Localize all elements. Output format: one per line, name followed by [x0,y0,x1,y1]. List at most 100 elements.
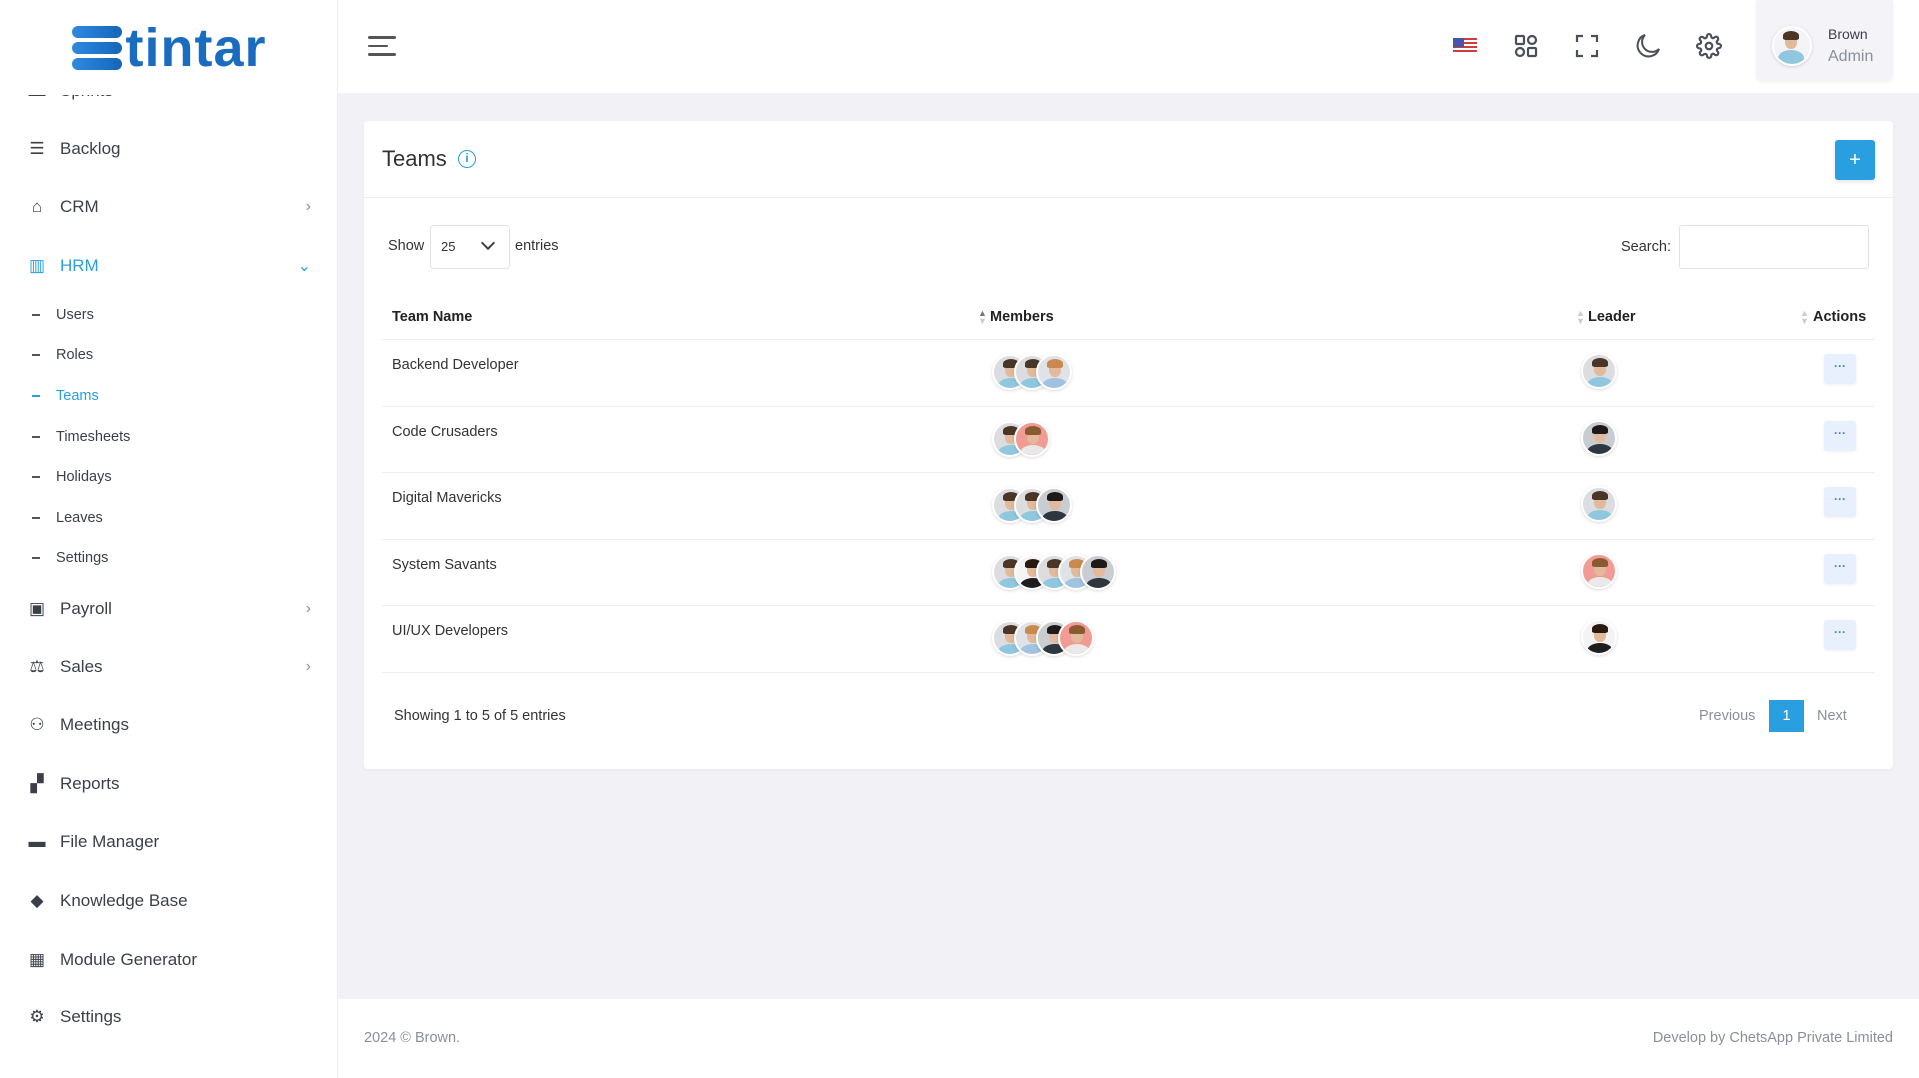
sidebar-item-file-manager[interactable]: ▬ File Manager [26,827,311,857]
sidebar-item-label: Reports [60,774,120,793]
sidebar-item-label: Sales [60,657,103,676]
page-size-select[interactable]: 25 [430,225,510,269]
column-leader[interactable]: Leader [1588,309,1636,325]
sidebar-item-label: Meetings [60,715,129,734]
dash-icon [32,476,40,478]
grid-icon: ▦ [28,950,46,969]
actions-button[interactable]: ··· [1824,487,1856,517]
footer: 2024 © Brown. Develop by ChetsApp Privat… [338,999,1919,1078]
sidebar-item-reports[interactable]: ▞ Reports [26,769,311,799]
sidebar-sub-item-timesheets[interactable]: Timesheets [32,429,130,445]
folder-icon: ▬ [28,832,46,851]
top-header: Brown Admin [338,0,1919,93]
sidebar-item-knowledge-base[interactable]: ◆ Knowledge Base [26,886,311,916]
members-group [992,420,1050,457]
teams-card: Teams i + Show 25 entries Search: Team N… [364,121,1893,769]
dash-icon [32,557,40,559]
actions-button[interactable]: ··· [1824,420,1856,451]
members-group [992,487,1072,523]
leader [1581,486,1617,522]
sidebar-sub-item-holidays[interactable]: Holidays [32,469,112,485]
us-flag-icon[interactable] [1449,30,1481,62]
leader [1581,353,1617,389]
sidebar: tintar ▬Sprints ☰Backlog⌂CRM›▥HRM⌄▣Payro… [0,0,338,1078]
table-row: System Savants ··· [382,540,1875,606]
chevron-icon: ⌄ [297,258,311,275]
pagination-page-1[interactable]: 1 [1769,700,1804,732]
reports-icon: ▞ [30,774,44,793]
user-avatar [1772,26,1812,66]
leader-avatar-man-beard[interactable] [1581,486,1617,522]
page-title: Teams [382,146,447,171]
sidebar-item-label: Backlog [60,139,121,158]
table-row: Digital Mavericks ··· [382,473,1875,540]
user-menu[interactable]: Brown Admin [1756,0,1893,80]
user-role: Admin [1828,48,1874,65]
pagination-previous[interactable]: Previous [1699,708,1755,724]
table-info: Showing 1 to 5 of 5 entries [394,708,566,724]
logo[interactable]: tintar [0,0,337,95]
dash-icon [32,517,40,519]
leader-avatar-man-glasses-red[interactable] [1581,552,1617,589]
sidebar-sub-item-users[interactable]: Users [32,307,94,323]
sidebar-sub-item-leaves[interactable]: Leaves [32,510,103,526]
member-avatar-man-dark[interactable] [1080,553,1116,590]
sidebar-sub-item-roles[interactable]: Roles [32,347,93,363]
leader-avatar-woman-curly[interactable] [1581,619,1617,655]
actions-button[interactable]: ··· [1824,354,1856,384]
sort-asc-icon[interactable]: ▲ ▼ [978,309,987,326]
sidebar-item-backlog[interactable]: ☰ Backlog [26,134,311,164]
dash-icon [32,395,40,397]
column-actions: Actions [1813,309,1867,325]
leader-avatar-man-beard[interactable] [1581,353,1617,389]
leader [1581,619,1617,655]
sidebar-sub-item-settings[interactable]: Settings [32,550,108,566]
team-name: Code Crusaders [392,423,498,440]
actions-button[interactable]: ··· [1824,620,1856,650]
payroll-icon: ▣ [28,599,46,618]
sidebar-sub-item-teams[interactable]: Teams [32,388,99,404]
add-team-button[interactable]: + [1835,140,1875,180]
info-icon[interactable]: i [458,150,476,168]
actions-button[interactable]: ··· [1824,553,1856,584]
chevron-down-icon [480,235,496,251]
table-row: Backend Developer ··· [382,340,1875,407]
sidebar-item-sales[interactable]: ⚖ Sales › [26,652,311,682]
user-name: Brown [1828,26,1868,42]
footer-credit: Develop by ChetsApp Private Limited [1652,1030,1893,1046]
moon-icon[interactable] [1632,30,1664,62]
leader [1581,552,1617,589]
settings-gear-icon[interactable] [1693,30,1725,62]
show-label: Show [388,238,425,254]
search-label: Search: [1621,239,1671,255]
sidebar-item-settings[interactable]: ⚙ Settings [26,1002,311,1032]
menu-toggle-icon[interactable] [368,36,396,62]
sidebar-item-hrm[interactable]: ▥ HRM ⌄ [26,251,311,281]
crm-icon: ⌂ [31,197,43,216]
sidebar-item-module-generator[interactable]: ▦ Module Generator [26,945,311,975]
sort-icon[interactable]: ▲ ▼ [1576,309,1585,326]
sidebar-item-payroll[interactable]: ▣ Payroll › [26,594,311,624]
members-group [992,620,1094,656]
sidebar-item-crm[interactable]: ⌂ CRM › [26,192,311,222]
search-input[interactable] [1679,225,1869,269]
member-avatar-woman-blonde[interactable] [1036,354,1072,390]
gear-icon: ⚙ [29,1007,45,1026]
chevron-icon: › [305,600,311,617]
logo-text: tintar [125,17,267,78]
user-avatar-man-beard[interactable] [1772,26,1812,66]
sidebar-item-meetings[interactable]: ⚇ Meetings [26,710,311,740]
table-row: Code Crusaders ··· [382,407,1875,473]
member-avatar-man-glasses-red[interactable] [1058,620,1094,656]
pagination-next[interactable]: Next [1817,708,1847,724]
member-avatar-man-glasses-red[interactable] [1014,420,1050,457]
column-members[interactable]: Members [990,309,1054,325]
sidebar-item-label: Settings [60,1007,122,1026]
sort-icon[interactable]: ▲ ▼ [1800,309,1809,326]
team-name: Backend Developer [392,357,519,373]
column-team-name[interactable]: Team Name [392,309,472,325]
member-avatar-man-dark[interactable] [1036,487,1072,523]
fullscreen-icon[interactable] [1571,30,1603,62]
apps-icon[interactable] [1510,30,1542,62]
leader-avatar-man-dark[interactable] [1581,419,1617,456]
